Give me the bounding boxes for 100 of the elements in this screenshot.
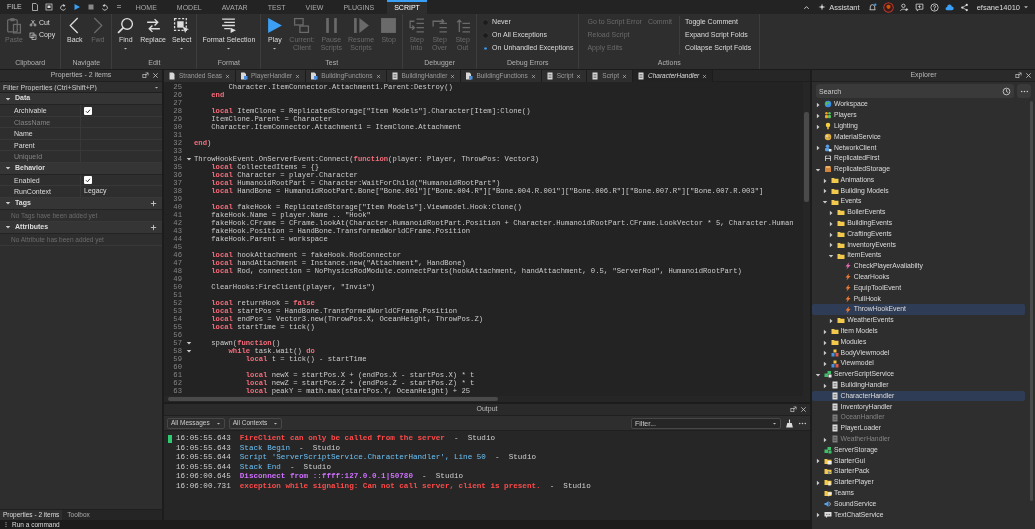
bulb-icon: [824, 122, 832, 130]
close-icon[interactable]: [375, 73, 381, 79]
scrollbar-thumb[interactable]: [168, 397, 498, 401]
expand-toggle[interactable]: [815, 145, 821, 152]
close-icon[interactable]: [1025, 72, 1032, 79]
window-icon[interactable]: [44, 3, 53, 11]
expand-toggle[interactable]: [815, 102, 821, 109]
crate-icon: [824, 165, 832, 174]
document-icon: [830, 413, 839, 422]
detach-icon[interactable]: [790, 406, 797, 413]
close-icon[interactable]: [530, 73, 536, 79]
step-over-icon: [431, 17, 449, 34]
selection-icon: [173, 17, 191, 34]
detach-icon[interactable]: [1015, 72, 1022, 79]
close-icon[interactable]: [295, 73, 301, 79]
close-icon[interactable]: [576, 73, 582, 79]
bell-icon[interactable]: [867, 2, 877, 12]
expand-toggle[interactable]: [828, 220, 835, 227]
folder-flag-icon: [824, 489, 832, 498]
grip-icon[interactable]: [3, 521, 9, 528]
speaker-icon: [824, 499, 832, 508]
scissors-icon: [28, 19, 37, 28]
blocks-icon: [830, 348, 839, 357]
close-icon[interactable]: [702, 73, 708, 79]
document-icon: [591, 72, 600, 80]
expand-toggle[interactable]: [828, 231, 835, 238]
clipboard-icon: [5, 17, 23, 34]
palette-icon: [824, 132, 832, 141]
redo-icon[interactable]: [58, 3, 67, 11]
close-icon[interactable]: [152, 72, 159, 79]
bracket-icon: [824, 154, 832, 163]
play-icon[interactable]: [72, 3, 81, 11]
fold-toggle[interactable]: [186, 348, 192, 354]
more-button[interactable]: [1017, 84, 1031, 98]
document-icon: [830, 391, 839, 400]
chevron-up-icon[interactable]: [803, 3, 811, 11]
blocks-icon: [830, 359, 839, 368]
detach-icon[interactable]: [142, 72, 149, 79]
fold-toggle[interactable]: [186, 340, 192, 346]
close-icon[interactable]: [621, 73, 627, 79]
search-icon: [117, 17, 135, 34]
expand-toggle[interactable]: [828, 318, 835, 325]
fold-toggle[interactable]: [186, 156, 192, 162]
close-icon[interactable]: [800, 406, 807, 413]
stop-icon: [380, 17, 398, 34]
close-icon[interactable]: [225, 73, 230, 79]
network-icon: [824, 143, 832, 152]
scrollbar-thumb[interactable]: [804, 112, 809, 202]
expand-toggle[interactable]: [821, 177, 828, 184]
checkbox[interactable]: [84, 106, 92, 115]
folder-icon: [824, 467, 832, 476]
expand-toggle[interactable]: [815, 372, 821, 378]
history-icon[interactable]: [1002, 86, 1011, 96]
expand-toggle[interactable]: [821, 199, 828, 206]
chat-bubble-icon: [824, 510, 832, 519]
copy-icon: [28, 31, 37, 40]
expand-toggle[interactable]: [815, 512, 821, 519]
document-icon: [545, 72, 554, 80]
expand-toggle[interactable]: [821, 328, 828, 335]
add-icon[interactable]: [150, 199, 157, 207]
resume-icon: [352, 17, 370, 34]
play-icon: [266, 17, 284, 34]
checkbox[interactable]: [84, 176, 92, 184]
cloud-icon[interactable]: [944, 2, 954, 12]
expand-toggle[interactable]: [815, 166, 821, 173]
broom-icon[interactable]: [785, 418, 794, 428]
module-document-icon: [240, 72, 248, 80]
document-icon: [636, 72, 645, 80]
undo-icon[interactable]: [100, 3, 109, 11]
cube-stack-icon: [824, 370, 832, 379]
sparkle-icon: [818, 3, 827, 11]
document-icon: [830, 381, 839, 390]
expand-toggle[interactable]: [815, 458, 821, 465]
align-lines-icon: [220, 17, 238, 34]
add-icon[interactable]: [150, 223, 157, 231]
document-icon: [830, 435, 839, 444]
expand-toggle[interactable]: [821, 361, 828, 368]
module-document-icon: [465, 72, 474, 80]
avatar[interactable]: [882, 1, 894, 13]
radio-button[interactable]: [482, 45, 490, 52]
expand-toggle[interactable]: [828, 253, 835, 260]
expand-toggle[interactable]: [828, 210, 835, 217]
expand-toggle[interactable]: [821, 339, 828, 346]
close-icon[interactable]: [450, 73, 456, 79]
expand-toggle[interactable]: [821, 188, 828, 195]
expand-toggle[interactable]: [815, 112, 821, 119]
expand-toggle[interactable]: [815, 123, 821, 130]
document-icon[interactable]: [30, 3, 39, 11]
step-out-icon: [454, 17, 472, 34]
screens-icon: [293, 17, 311, 34]
expand-toggle[interactable]: [828, 242, 835, 249]
help-icon[interactable]: [929, 2, 939, 12]
expand-toggle[interactable]: [815, 480, 821, 486]
people-icon: [824, 111, 832, 120]
expand-toggle[interactable]: [821, 350, 828, 357]
share-icon[interactable]: [959, 2, 969, 12]
stop-icon[interactable]: [86, 3, 95, 11]
add-user-icon[interactable]: [899, 2, 909, 12]
chat-icon[interactable]: [914, 2, 924, 12]
document-icon: [830, 424, 839, 433]
